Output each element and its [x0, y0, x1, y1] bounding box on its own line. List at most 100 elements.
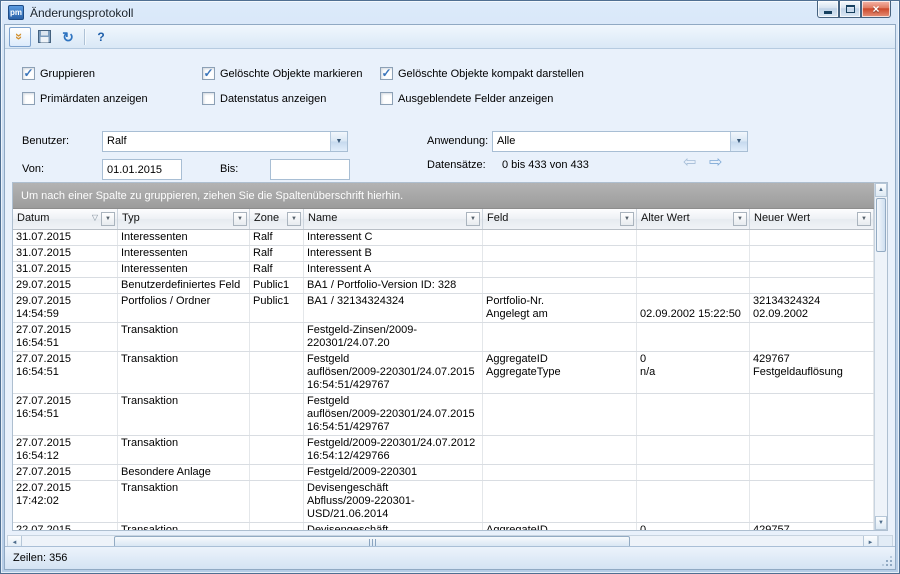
checkbox-datenstatus-anzeigen[interactable]: Datenstatus anzeigen [202, 92, 380, 105]
filter-dropdown-alter[interactable]: ▼ [733, 212, 747, 226]
close-button[interactable]: × [861, 1, 891, 18]
filter-dropdown-feld[interactable]: ▼ [620, 212, 634, 226]
vertical-scrollbar[interactable]: ▲ ▼ [874, 183, 887, 530]
refresh-icon: ↻ [62, 30, 74, 44]
titlebar[interactable]: pm Änderungsprotokoll × [1, 1, 899, 24]
table-row[interactable]: 22.07.2015 17:42:02TransaktionDevisenges… [13, 481, 874, 523]
table-row[interactable]: 31.07.2015 16:48:19InteressentenRalfInte… [13, 246, 874, 262]
thumb-grip-icon [372, 539, 373, 546]
application-label: Anwendung: [427, 135, 488, 147]
cell-datum: 29.07.2015 14:54:59 [13, 278, 118, 293]
user-combobox[interactable]: Ralf ▼ [102, 131, 348, 152]
change-log-grid: Um nach einer Spalte zu gruppieren, zieh… [12, 182, 888, 531]
row-count-status: Zeilen: 356 [13, 552, 67, 564]
window: pm Änderungsprotokoll × » ↻ ? [0, 0, 900, 574]
cell-zone [250, 465, 304, 480]
column-label: Datum [17, 212, 49, 224]
table-row[interactable]: 31.07.2015 16:46:02InteressentenRalfInte… [13, 262, 874, 278]
checkbox-label: Gelöschte Objekte kompakt darstellen [398, 68, 584, 80]
filter-dropdown-typ[interactable]: ▼ [233, 212, 247, 226]
group-by-bar[interactable]: Um nach einer Spalte zu gruppieren, zieh… [13, 183, 874, 209]
next-page-arrow-icon[interactable]: ⇨ [709, 155, 722, 171]
checkbox-ausgeblendete-felder-anzeigen[interactable]: Ausgeblendete Felder anzeigen [380, 92, 885, 105]
checkbox-unchecked-icon [22, 92, 35, 105]
cell-typ: Benutzerdefiniertes Feld [118, 278, 250, 293]
cell-typ: Interessenten [118, 262, 250, 277]
table-row[interactable]: 27.07.2015 16:54:51TransaktionFestgeld a… [13, 352, 874, 394]
from-date-input[interactable] [102, 159, 182, 180]
table-row[interactable]: 29.07.2015 14:54:59Benutzerdefiniertes F… [13, 278, 874, 294]
resize-grip[interactable] [881, 555, 893, 567]
cell-alter [637, 278, 750, 293]
filter-dropdown-datum[interactable]: ▼ [101, 212, 115, 226]
cell-name: Devisengeschäft Abfluss/2009-220301-USD/… [304, 481, 483, 522]
cell-neuer: 32134324324 02.09.2002 [750, 294, 874, 322]
table-row[interactable]: 27.07.2015 16:54:51TransaktionFestgeld-Z… [13, 323, 874, 352]
application-combobox[interactable]: Alle ▼ [492, 131, 748, 152]
cell-datum: 27.07.2015 16:54:51 [13, 323, 118, 351]
cell-neuer [750, 230, 874, 245]
cell-feld: AggregateID AggregateType [483, 352, 637, 393]
collapse-filter-panel-button[interactable]: » [9, 27, 31, 47]
checkbox-checked-icon: ✓ [380, 67, 393, 80]
refresh-button[interactable]: ↻ [57, 27, 79, 47]
cell-zone [250, 323, 304, 351]
chevron-down-icon[interactable]: ▼ [330, 132, 347, 151]
column-header-zone[interactable]: Zone▼ [250, 209, 304, 229]
checkbox-unchecked-icon [202, 92, 215, 105]
checkbox-gelöschte-objekte-markieren[interactable]: ✓Gelöschte Objekte markieren [202, 67, 380, 80]
table-row[interactable]: 29.07.2015 14:54:59Portfolios / OrdnerPu… [13, 294, 874, 323]
cell-typ: Transaktion [118, 523, 250, 530]
cell-zone [250, 481, 304, 522]
cell-datum: 27.07.2015 16:54:11 [13, 465, 118, 480]
table-row[interactable]: 27.07.2015 16:54:12TransaktionFestgeld/2… [13, 436, 874, 465]
column-header-alter[interactable]: Alter Wert▼ [637, 209, 750, 229]
cell-typ: Interessenten [118, 230, 250, 245]
filter-panel: ✓Gruppieren✓Gelöschte Objekte markieren✓… [5, 49, 895, 182]
table-row[interactable]: 27.07.2015 16:54:11Besondere AnlageFestg… [13, 465, 874, 481]
previous-page-arrow-icon[interactable]: ⇦ [683, 155, 696, 171]
cell-neuer [750, 481, 874, 522]
checkbox-primärdaten-anzeigen[interactable]: Primärdaten anzeigen [22, 92, 202, 105]
from-label: Von: [22, 163, 44, 175]
cell-zone [250, 394, 304, 435]
chevron-down-icon[interactable]: ▼ [730, 132, 747, 151]
cell-typ: Transaktion [118, 352, 250, 393]
scroll-down-icon[interactable]: ▼ [875, 516, 887, 530]
cell-name: Interessent C [304, 230, 483, 245]
minimize-button[interactable] [817, 1, 839, 18]
cell-alter [637, 262, 750, 277]
checkbox-gruppieren[interactable]: ✓Gruppieren [22, 67, 202, 80]
scroll-up-icon[interactable]: ▲ [875, 183, 887, 197]
cell-neuer [750, 436, 874, 464]
column-header-name[interactable]: Name▼ [304, 209, 483, 229]
group-by-hint: Um nach einer Spalte zu gruppieren, zieh… [21, 190, 403, 202]
filter-dropdown-zone[interactable]: ▼ [287, 212, 301, 226]
column-header-neuer[interactable]: Neuer Wert▼ [750, 209, 874, 229]
toolbar: » ↻ ? [5, 25, 895, 49]
help-button[interactable]: ? [90, 27, 112, 47]
table-row[interactable]: 27.07.2015 16:54:51TransaktionFestgeld a… [13, 394, 874, 436]
checkbox-gelöschte-objekte-kompakt-darstellen[interactable]: ✓ Gelöschte Objekte kompakt darstellen [380, 67, 885, 80]
cell-feld: AggregateID [483, 523, 637, 530]
grid-body: 31.07.2015 16:49:08InteressentenRalfInte… [13, 230, 874, 530]
cell-alter [637, 246, 750, 261]
help-icon: ? [97, 30, 104, 44]
vertical-scrollbar-thumb[interactable] [876, 198, 886, 252]
column-header-datum[interactable]: Datum▽▼ [13, 209, 118, 229]
filter-dropdown-neuer[interactable]: ▼ [857, 212, 871, 226]
table-row[interactable]: 22.07.2015 17:42:02TransaktionDevisenges… [13, 523, 874, 530]
table-row[interactable]: 31.07.2015 16:49:08InteressentenRalfInte… [13, 230, 874, 246]
column-header-feld[interactable]: Feld▼ [483, 209, 637, 229]
cell-zone [250, 523, 304, 530]
user-label: Benutzer: [22, 135, 69, 147]
cell-neuer [750, 246, 874, 261]
cell-typ: Transaktion [118, 436, 250, 464]
cell-datum: 31.07.2015 16:46:02 [13, 262, 118, 277]
export-button[interactable] [33, 27, 55, 47]
column-header-typ[interactable]: Typ▼ [118, 209, 250, 229]
maximize-button[interactable] [839, 1, 861, 18]
to-date-input[interactable] [270, 159, 350, 180]
filter-dropdown-name[interactable]: ▼ [466, 212, 480, 226]
cell-datum: 31.07.2015 16:49:08 [13, 230, 118, 245]
